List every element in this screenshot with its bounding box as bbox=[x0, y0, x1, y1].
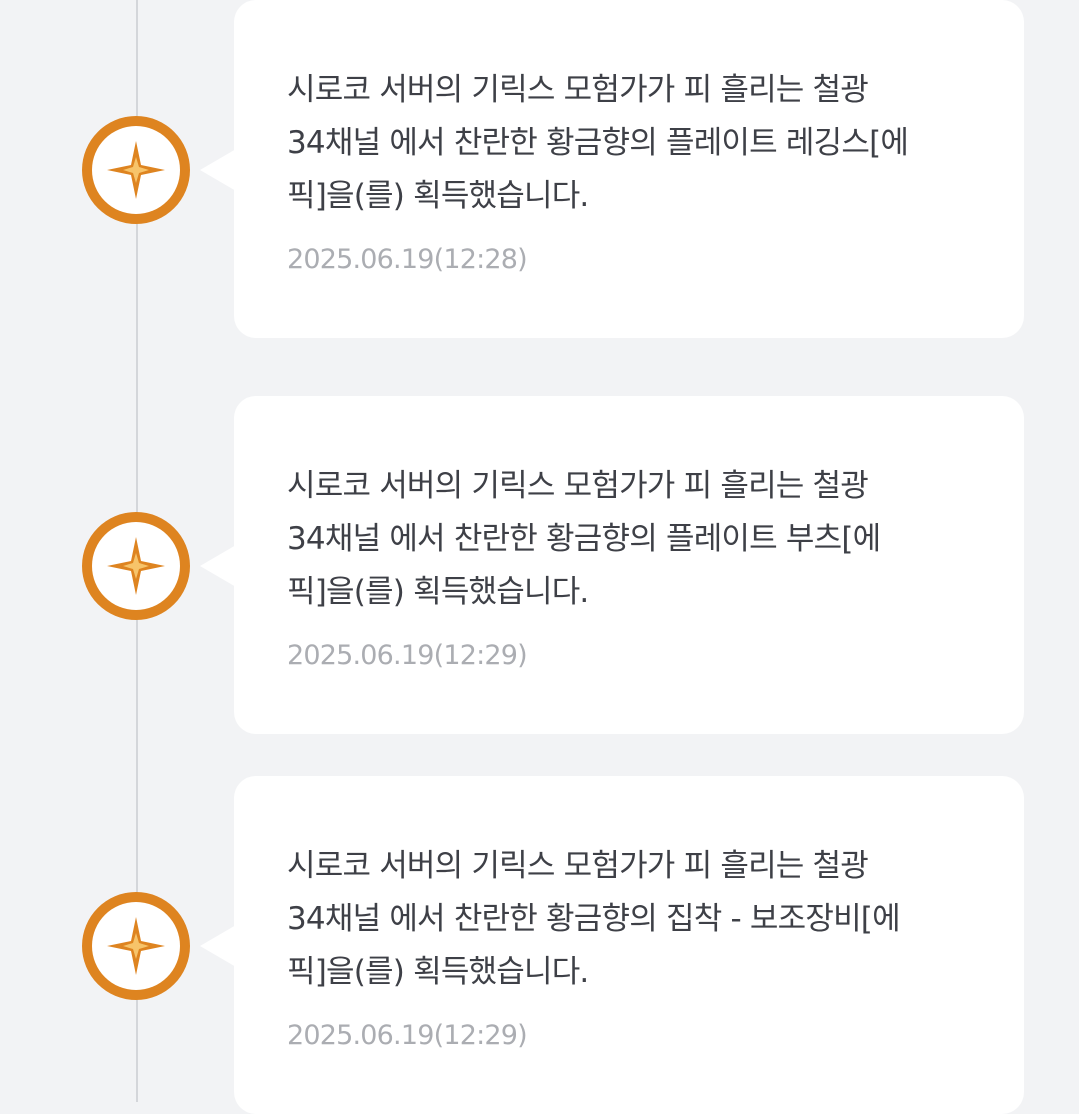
message-line: 픽]을(를) 획득했습니다. bbox=[287, 178, 589, 214]
message-line: 34채널 에서 찬란한 황금향의 집착 - 보조장비[에 bbox=[287, 901, 901, 937]
notification-timestamp: 2025.06.19(12:28) bbox=[287, 244, 528, 275]
message-line: 시로코 서버의 기릭스 모험가가 피 흘리는 철광 bbox=[287, 848, 869, 884]
message-line: 픽]을(를) 획득했습니다. bbox=[287, 954, 589, 990]
notification-message: 시로코 서버의 기릭스 모험가가 피 흘리는 철광 34채널 에서 찬란한 황금… bbox=[287, 840, 977, 999]
message-line: 시로코 서버의 기릭스 모험가가 피 흘리는 철광 bbox=[287, 72, 869, 108]
timeline-marker bbox=[82, 512, 190, 620]
notification-message: 시로코 서버의 기릭스 모험가가 피 흘리는 철광 34채널 에서 찬란한 황금… bbox=[287, 460, 977, 619]
notification-timestamp: 2025.06.19(12:29) bbox=[287, 1020, 528, 1051]
notification-card: 시로코 서버의 기릭스 모험가가 피 흘리는 철광 34채널 에서 찬란한 황금… bbox=[200, 396, 1024, 734]
timeline-marker bbox=[82, 116, 190, 224]
notification-card: 시로코 서버의 기릭스 모험가가 피 흘리는 철광 34채널 에서 찬란한 황금… bbox=[200, 0, 1024, 338]
timeline-marker bbox=[82, 892, 190, 1000]
four-point-star-icon bbox=[107, 537, 165, 595]
timeline-entry: 시로코 서버의 기릭스 모험가가 피 흘리는 철광 34채널 에서 찬란한 황금… bbox=[0, 396, 1079, 734]
notification-timestamp: 2025.06.19(12:29) bbox=[287, 640, 528, 671]
message-line: 픽]을(를) 획득했습니다. bbox=[287, 574, 589, 610]
message-line: 34채널 에서 찬란한 황금향의 플레이트 부츠[에 bbox=[287, 521, 881, 557]
four-point-star-icon bbox=[107, 141, 165, 199]
notification-message: 시로코 서버의 기릭스 모험가가 피 흘리는 철광 34채널 에서 찬란한 황금… bbox=[287, 64, 977, 223]
timeline-entry: 시로코 서버의 기릭스 모험가가 피 흘리는 철광 34채널 에서 찬란한 황금… bbox=[0, 776, 1079, 1114]
timeline-entry: 시로코 서버의 기릭스 모험가가 피 흘리는 철광 34채널 에서 찬란한 황금… bbox=[0, 0, 1079, 338]
message-line: 34채널 에서 찬란한 황금향의 플레이트 레깅스[에 bbox=[287, 125, 909, 161]
notification-card: 시로코 서버의 기릭스 모험가가 피 흘리는 철광 34채널 에서 찬란한 황금… bbox=[200, 776, 1024, 1114]
four-point-star-icon bbox=[107, 917, 165, 975]
message-line: 시로코 서버의 기릭스 모험가가 피 흘리는 철광 bbox=[287, 468, 869, 504]
